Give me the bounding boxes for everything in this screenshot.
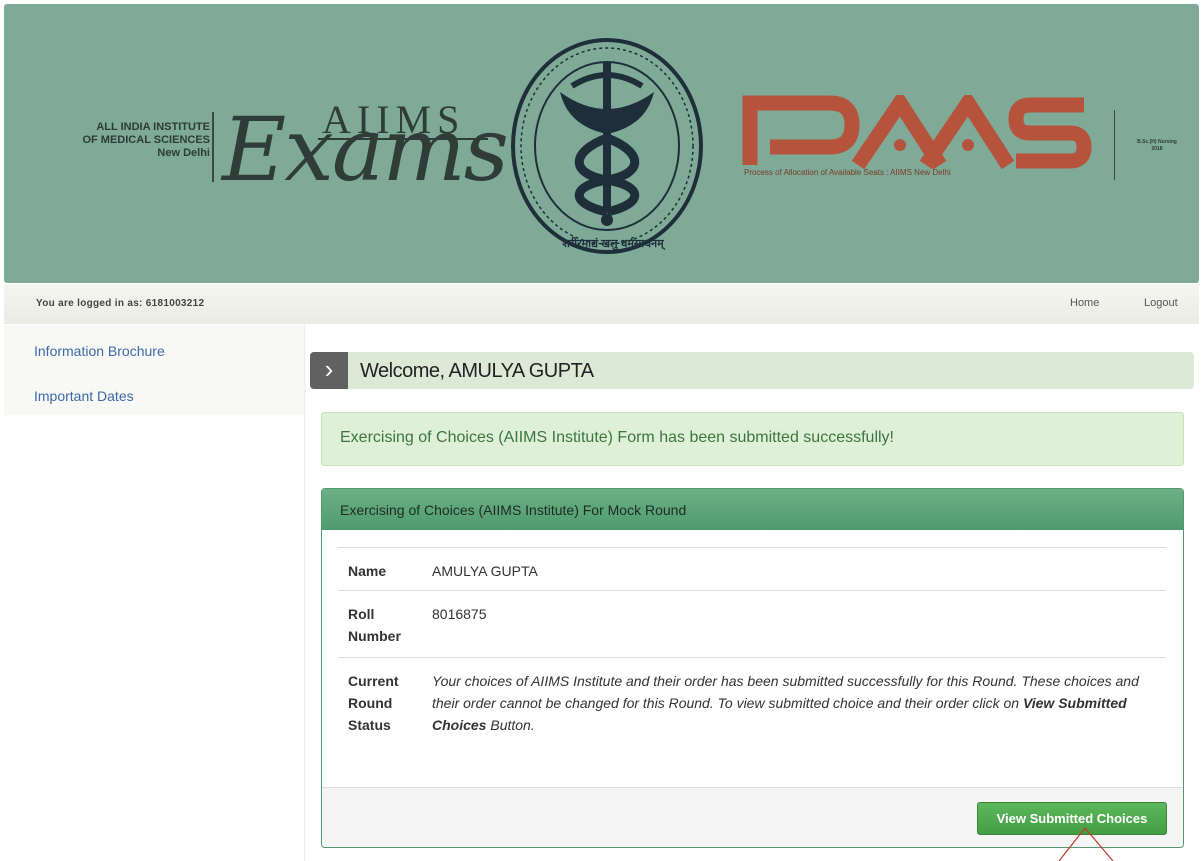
program-note-line-2: 2018 <box>1151 146 1163 152</box>
institute-name-line-2: OF MEDICAL SCIENCES <box>82 134 210 146</box>
success-alert-message: Exercising of Choices (AIIMS Institute) … <box>340 429 894 446</box>
program-note-line-1: B.Sc.(H) Nursing <box>1137 139 1177 145</box>
logged-in-text: You are logged in as: 6181003212 <box>36 298 205 309</box>
emblem-motto: शरीरमाद्यं खलु धर्मसाधनम् <box>562 238 664 250</box>
table-row: Name AMULYA GUPTA <box>338 547 1166 591</box>
header-divider-right <box>1114 110 1115 180</box>
program-note: B.Sc.(H) Nursing 2018 <box>1120 139 1194 153</box>
paas-tagline: Process of Allocation of Available Seats… <box>744 168 951 177</box>
institute-name: ALL INDIA INSTITUTE OF MEDICAL SCIENCES … <box>30 121 210 160</box>
aiims-logo-underline <box>318 138 488 140</box>
welcome-bar: › Welcome, AMULYA GUPTA <box>310 352 1194 389</box>
roll-number-value: 8016875 <box>430 590 1166 658</box>
aiims-emblem-icon <box>511 38 703 254</box>
annotation-arrow-icon <box>1058 827 1114 861</box>
chevron-right-icon: › <box>310 352 348 389</box>
round-status-text-2: Button. <box>486 717 535 733</box>
institute-name-line-1: ALL INDIA INSTITUTE <box>96 121 210 133</box>
home-link[interactable]: Home <box>1070 297 1099 309</box>
user-bar: You are logged in as: 6181003212 Home Lo… <box>4 284 1199 324</box>
name-value: AMULYA GUPTA <box>430 547 1166 591</box>
name-label: Name <box>338 547 430 591</box>
round-status-value: Your choices of AIIMS Institute and thei… <box>430 657 1166 758</box>
round-status-label: Current Round Status <box>338 657 430 758</box>
roll-number-label: Roll Number <box>338 590 430 658</box>
institute-name-line-3: New Delhi <box>157 147 210 159</box>
aiims-logo-text: AIIMS <box>322 97 466 142</box>
panel-header: Exercising of Choices (AIIMS Institute) … <box>322 489 1183 530</box>
panel-footer: View Submitted Choices <box>322 787 1183 847</box>
sidebar-item-important-dates[interactable]: Important Dates <box>34 388 134 404</box>
panel-title: Exercising of Choices (AIIMS Institute) … <box>340 502 687 518</box>
sidebar-item-information-brochure[interactable]: Information Brochure <box>34 343 165 359</box>
sidebar-divider <box>304 325 305 861</box>
logout-link[interactable]: Logout <box>1144 297 1178 309</box>
welcome-text: Welcome, AMULYA GUPTA <box>360 360 594 382</box>
candidate-info-table: Name AMULYA GUPTA Roll Number 8016875 Cu… <box>338 547 1166 758</box>
choices-panel: Exercising of Choices (AIIMS Institute) … <box>321 488 1184 848</box>
table-row: Current Round Status Your choices of AII… <box>338 657 1166 758</box>
success-alert: Exercising of Choices (AIIMS Institute) … <box>321 412 1184 466</box>
table-row: Roll Number 8016875 <box>338 590 1166 658</box>
header-divider <box>212 112 214 182</box>
